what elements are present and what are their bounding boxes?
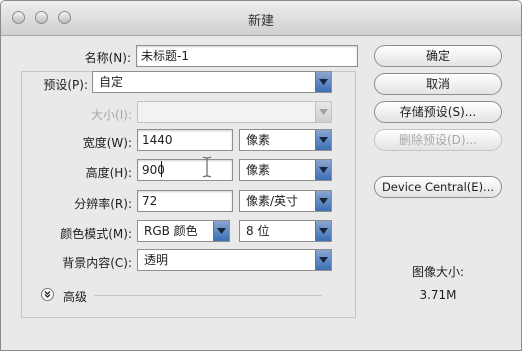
advanced-divider [94,295,322,296]
color-mode-label: 颜色模式(M): [60,227,132,241]
delete-preset-button[interactable]: 删除预设(D)... [374,129,502,151]
new-document-dialog: 新建 名称(N): 未标题-1 预设(P): 自定 大小(I): 宽度(W): … [0,0,522,351]
double-chevron-down-icon [44,291,51,298]
name-label: 名称(N): [84,51,131,65]
background-value: 透明 [144,253,169,267]
dropdown-arrow-icon [315,160,331,180]
advanced-label: 高级 [63,290,88,304]
resolution-input[interactable]: 72 [137,190,233,212]
bit-depth-value: 8 位 [246,224,270,238]
image-size-value: 3.71M [419,288,457,302]
device-central-button[interactable]: Device Central(E)... [374,176,502,198]
width-input[interactable]: 1440 [137,129,233,151]
text-caret [161,161,162,177]
size-label: 大小(I): [91,108,132,122]
width-unit-value: 像素 [246,133,271,147]
color-mode-select[interactable]: RGB 颜色 [137,220,230,242]
height-unit-select[interactable]: 像素 [239,159,332,181]
save-preset-button[interactable]: 存储预设(S)... [374,101,502,123]
title-bar: 新建 [1,1,521,36]
resolution-unit-select[interactable]: 像素/英寸 [239,190,332,212]
ok-button[interactable]: 确定 [374,45,502,67]
resolution-unit-value: 像素/英寸 [246,194,299,208]
resolution-label: 分辨率(R): [74,197,132,211]
height-label: 高度(H): [85,166,132,180]
image-size-label: 图像大小: [411,265,465,279]
bit-depth-select[interactable]: 8 位 [239,220,332,242]
dropdown-arrow-icon [315,250,331,270]
dropdown-arrow-icon [315,72,331,92]
background-label: 背景内容(C): [62,256,132,270]
cancel-button[interactable]: 取消 [374,73,502,95]
dropdown-arrow-icon [213,221,229,241]
advanced-expand-button[interactable] [41,288,54,301]
dropdown-arrow-icon [315,191,331,211]
preset-label: 预设(P): [43,78,88,92]
width-unit-select[interactable]: 像素 [239,129,332,151]
name-input[interactable]: 未标题-1 [136,45,358,67]
preset-select[interactable]: 自定 [92,71,332,93]
dropdown-arrow-icon [315,221,331,241]
height-input[interactable]: 900 [137,159,233,181]
ibeam-cursor-icon [202,156,212,178]
size-select[interactable] [137,101,332,123]
window-title: 新建 [247,14,274,29]
preset-value: 自定 [99,75,124,89]
color-mode-value: RGB 颜色 [144,224,198,238]
background-select[interactable]: 透明 [137,249,332,271]
height-unit-value: 像素 [246,163,271,177]
width-label: 宽度(W): [82,136,132,150]
dropdown-arrow-icon [315,102,331,122]
dropdown-arrow-icon [315,130,331,150]
